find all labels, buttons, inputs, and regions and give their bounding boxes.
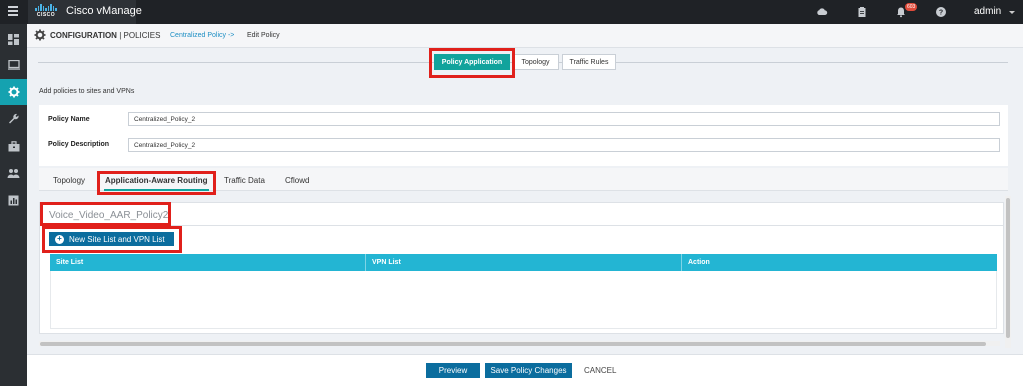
sidebar-item-configuration[interactable] [0,79,27,105]
sidebar-item-analytics[interactable] [0,187,27,213]
gear-icon [8,86,19,98]
highlight-box-policy-application [429,48,515,78]
hamburger-menu-icon[interactable] [8,6,18,16]
svg-text:?: ? [939,10,943,17]
policy-name-label: Policy Name [48,116,90,123]
users-icon [7,168,20,178]
site-vpn-table-header: Site List VPN List Action [50,254,997,271]
dashboard-icon [8,33,19,45]
policy-name-input[interactable]: Centralized_Policy_2 [128,112,1000,126]
analytics-icon [8,195,19,205]
gear-icon [34,29,46,41]
app-title: Cisco vManage [66,5,142,17]
top-bar [0,0,1023,24]
tab-topology-inner[interactable]: Topology [53,176,85,185]
tab-traffic-data[interactable]: Traffic Data [224,176,265,185]
page-title: CONFIGURATION | POLICIES [50,31,160,40]
cancel-button[interactable]: CANCEL [584,366,616,375]
tab-cflowd[interactable]: Cflowd [285,176,309,185]
highlight-box-new-button [42,226,182,253]
highlight-box-aar-title [40,202,171,226]
page-section: CONFIGURATION [50,31,117,40]
user-menu[interactable]: admin [974,6,1001,17]
monitor-icon [7,60,20,70]
tab-traffic-rules[interactable]: Traffic Rules [562,54,616,70]
cisco-logo-text: CISCO [36,12,56,18]
sidebar-item-dashboard[interactable] [0,26,27,52]
breadcrumb-centralized-policy[interactable]: Centralized Policy -> [170,32,234,39]
sidebar-item-tools[interactable] [0,106,27,132]
chevron-down-icon[interactable] [1009,11,1015,14]
sidebar-item-monitor[interactable] [0,52,27,78]
cisco-logo: CISCO [33,3,59,21]
save-policy-changes-button[interactable]: Save Policy Changes [485,363,572,378]
site-vpn-table-body [50,271,997,329]
vertical-scrollbar[interactable] [1006,198,1010,338]
cloud-icon[interactable] [816,6,828,18]
tab-topology[interactable]: Topology [512,54,559,70]
sidebar-item-administration[interactable] [0,160,27,186]
sidebar-item-maintenance[interactable] [0,133,27,159]
column-header-action: Action [688,259,710,266]
horizontal-scrollbar[interactable] [40,342,986,346]
column-header-site-list: Site List [50,254,366,271]
policy-description-label: Policy Description [48,141,110,148]
page-subsection: | POLICIES [119,31,161,40]
policy-description-input[interactable]: Centralized_Policy_2 [128,138,1000,152]
help-icon[interactable]: ? [935,6,947,18]
wrench-icon [8,113,19,124]
highlight-box-aar-tab [97,171,216,195]
briefcase-icon [8,140,19,151]
breadcrumb-current: Edit Policy [247,32,280,39]
section-label: Add policies to sites and VPNs [39,88,135,95]
column-header-vpn-list: VPN List [366,254,682,271]
notification-badge: 603 [905,3,918,11]
preview-button[interactable]: Preview [426,363,480,378]
clipboard-icon[interactable] [856,6,868,18]
panel-divider [40,225,1003,226]
